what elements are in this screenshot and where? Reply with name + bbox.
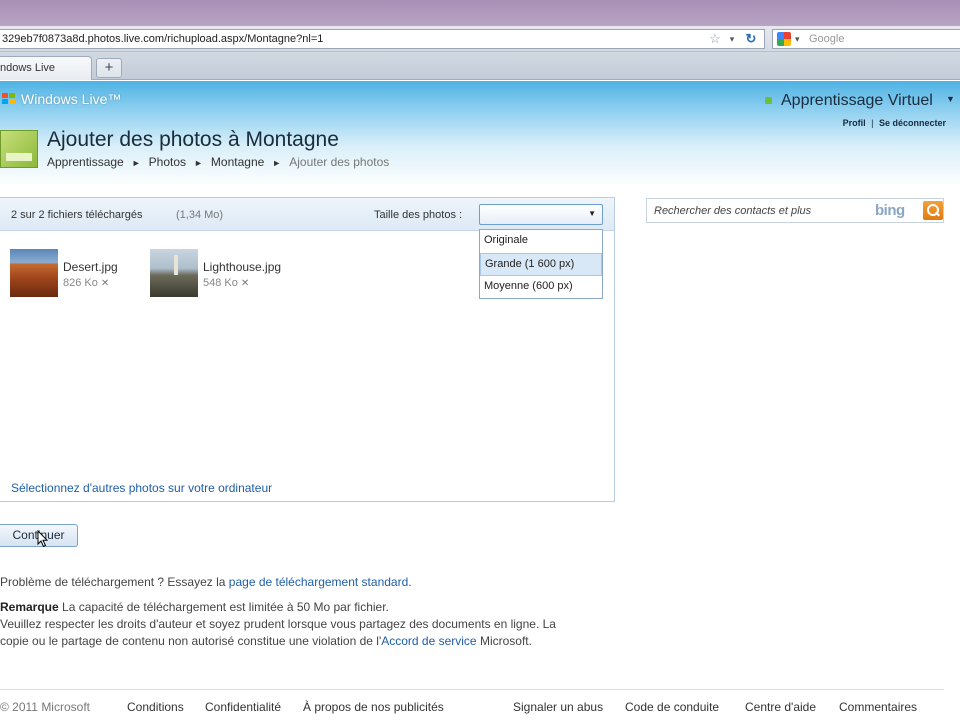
photo-thumbnail-desert	[10, 249, 58, 297]
footer-link-privacy[interactable]: Confidentialité	[205, 700, 281, 714]
file-size-value: 826 Ko	[63, 277, 98, 289]
remark-line-1: Remarque La capacité de téléchargement e…	[0, 600, 389, 614]
service-agreement-link[interactable]: Accord de service	[381, 634, 476, 648]
breadcrumb-current: Ajouter des photos	[289, 155, 390, 169]
remark-text-3: copie ou le partage de contenu non autor…	[0, 634, 382, 648]
remark-text-1: La capacité de téléchargement est limité…	[58, 600, 389, 614]
footer-copyright: © 2011 Microsoft	[0, 700, 90, 714]
footer-link-code-of-conduct[interactable]: Code de conduite	[625, 700, 719, 714]
window-title-bar	[0, 0, 960, 26]
search-icon[interactable]	[923, 201, 943, 220]
link-separator: |	[871, 118, 874, 128]
remove-file-icon[interactable]: ✕	[101, 278, 109, 289]
footer-link-conditions[interactable]: Conditions	[127, 700, 184, 714]
footer-link-ads[interactable]: À propos de nos publicités	[303, 700, 444, 714]
breadcrumb-photos[interactable]: Photos	[149, 155, 186, 169]
upload-problem-note: Problème de téléchargement ? Essayez la …	[0, 575, 412, 589]
photo-thumbnail-lighthouse	[150, 249, 198, 297]
file-name: Desert.jpg	[63, 260, 118, 274]
file-size-value: 548 Ko	[203, 277, 238, 289]
problem-suffix: .	[408, 575, 412, 589]
upload-panel-header: 2 sur 2 fichiers téléchargés (1,34 Mo) T…	[0, 198, 614, 231]
footer-link-help-center[interactable]: Centre d'aide	[745, 700, 816, 714]
navigation-bar: 329eb7f0873a8d.photos.live.com/richuploa…	[0, 26, 960, 52]
photo-size-label: Taille des photos :	[374, 209, 463, 221]
file-size: 548 Ko ✕	[203, 277, 249, 289]
bookmark-star-icon[interactable]: ☆	[706, 31, 724, 47]
history-dropdown-icon[interactable]: ▾	[726, 31, 738, 47]
breadcrumb-apprentissage[interactable]: Apprentissage	[47, 155, 124, 169]
windows-flag-icon	[2, 93, 17, 106]
size-option-large[interactable]: Grande (1 600 px)	[480, 253, 602, 276]
footer-link-report-abuse[interactable]: Signaler un abus	[513, 700, 603, 714]
upload-count: 2 sur 2 fichiers téléchargés	[11, 209, 143, 221]
breadcrumb-arrow-icon: ►	[131, 158, 141, 168]
profile-link[interactable]: Profil	[843, 118, 866, 128]
mouse-cursor-icon	[37, 530, 49, 548]
search-engine-dropdown-icon[interactable]: ▾	[795, 30, 800, 48]
breadcrumb-arrow-icon: ►	[272, 158, 282, 168]
bing-logo: bing	[875, 202, 905, 219]
reload-icon[interactable]: ↻	[742, 31, 760, 47]
address-bar[interactable]: 329eb7f0873a8d.photos.live.com/richuploa…	[0, 29, 765, 49]
remark-line-3: copie ou le partage de contenu non autor…	[0, 634, 532, 648]
file-name: Lighthouse.jpg	[203, 260, 282, 274]
breadcrumb: Apprentissage ► Photos ► Montagne ► Ajouter de…	[47, 155, 389, 169]
photo-size-options: Originale Grande (1 600 px) Moyenne (600…	[479, 229, 603, 299]
page-title: Ajouter des photos à Montagne	[47, 128, 339, 151]
footer-divider	[0, 689, 944, 690]
problem-text: Problème de téléchargement ? Essayez la	[0, 575, 229, 589]
remark-line-2: Veuillez respecter les droits d'auteur e…	[0, 617, 556, 631]
album-icon	[0, 130, 38, 168]
windows-live-logo[interactable]: Windows Live™	[21, 91, 121, 107]
chevron-down-icon: ▼	[588, 209, 596, 218]
user-menu-chevron-down-icon[interactable]: ▼	[946, 94, 955, 104]
remark-text-3-suffix: Microsoft.	[476, 634, 532, 648]
breadcrumb-montagne[interactable]: Montagne	[211, 155, 264, 169]
footer: © 2011 Microsoft Conditions Confidential…	[0, 700, 960, 720]
remark-label: Remarque	[0, 600, 59, 614]
size-option-original[interactable]: Originale	[480, 230, 602, 253]
tab-windows-live[interactable]: ndows Live	[0, 56, 92, 80]
upload-total-size: (1,34 Mo)	[176, 209, 224, 221]
google-icon[interactable]	[777, 32, 791, 46]
breadcrumb-arrow-icon: ►	[194, 158, 203, 168]
file-size: 826 Ko ✕	[63, 277, 109, 289]
new-tab-button[interactable]: +	[96, 58, 122, 78]
sign-out-link[interactable]: Se déconnecter	[879, 118, 946, 128]
browser-search-placeholder: Google	[809, 33, 845, 45]
select-more-photos-link[interactable]: Sélectionnez d'autres photos sur votre o…	[11, 481, 272, 495]
online-status-icon	[765, 97, 772, 104]
standard-upload-link[interactable]: page de téléchargement standard	[229, 575, 408, 589]
size-option-medium[interactable]: Moyenne (600 px)	[480, 276, 602, 299]
address-url: 329eb7f0873a8d.photos.live.com/richuploa…	[2, 33, 324, 45]
browser-search-box[interactable]: ▾ Google	[772, 29, 960, 49]
tab-bar: ndows Live +	[0, 52, 960, 80]
footer-link-feedback[interactable]: Commentaires	[839, 700, 917, 714]
contact-search-placeholder: Rechercher des contacts et plus	[654, 205, 812, 217]
user-name[interactable]: Apprentissage Virtuel	[781, 92, 933, 110]
photo-size-select[interactable]: ▼	[479, 204, 603, 225]
remove-file-icon[interactable]: ✕	[241, 278, 249, 289]
user-links: Profil | Se déconnecter	[843, 118, 946, 128]
contact-search-input[interactable]: Rechercher des contacts et plus bing	[646, 198, 944, 223]
